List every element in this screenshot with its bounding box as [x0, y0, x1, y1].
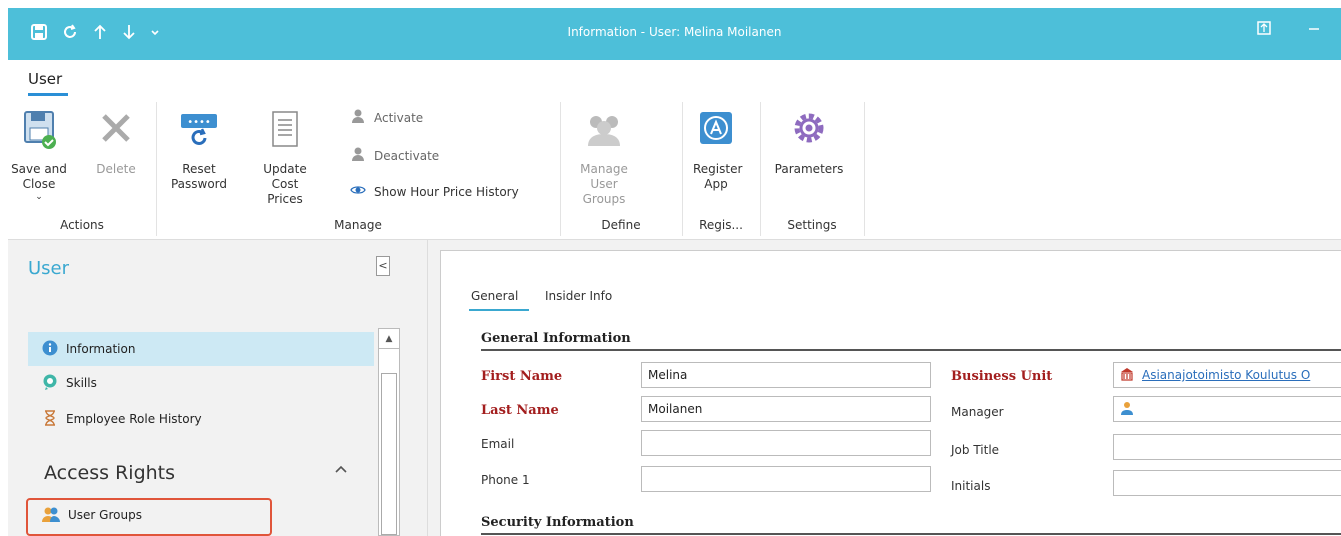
parameters-label: Parameters	[774, 162, 844, 176]
last-name-label: Last Name	[481, 403, 559, 418]
business-unit-label: Business Unit	[951, 369, 1053, 384]
ribbon-separator	[560, 102, 561, 236]
nav-item-skills[interactable]: Skills	[28, 366, 374, 400]
nav-item-employee-role-history[interactable]: Employee Role History	[28, 402, 374, 436]
delete-label: Delete	[96, 162, 136, 176]
initials-label: Initials	[951, 479, 991, 493]
nav-item-label: Information	[66, 342, 136, 356]
manage-user-groups-button[interactable]: Manage User Groups	[566, 108, 642, 207]
register-app-label: Register App	[693, 162, 743, 191]
scroll-thumb[interactable]	[381, 373, 397, 535]
reset-password-label: Reset Password	[170, 162, 228, 191]
ribbon-tab-user[interactable]: User	[28, 70, 62, 88]
collapse-nav-button[interactable]: <	[376, 256, 390, 276]
group-label-settings: Settings	[787, 218, 837, 232]
business-unit-link[interactable]: Asianajotoimisto Koulutus O	[1142, 368, 1310, 382]
activate-button[interactable]: Activate	[350, 108, 423, 127]
user-group-icon	[566, 108, 642, 156]
tab-general[interactable]: General	[471, 289, 518, 303]
building-icon	[1120, 367, 1134, 384]
nav-item-label: Employee Role History	[66, 412, 202, 426]
save-close-icon	[8, 108, 70, 156]
update-cost-prices-button[interactable]: Update Cost Prices	[242, 108, 328, 207]
info-icon	[42, 340, 58, 359]
nav-scrollbar[interactable]: ▲	[378, 328, 400, 536]
scroll-up-icon[interactable]: ▲	[379, 329, 399, 349]
form-panel: General Insider Info General Information…	[440, 250, 1341, 536]
main-area: General Insider Info General Information…	[428, 240, 1341, 536]
section-access-rights[interactable]: Access Rights	[44, 462, 175, 484]
tab-insider-info[interactable]: Insider Info	[545, 289, 612, 303]
group-label-regis: Regis...	[699, 218, 743, 232]
save-and-close-label: Save and Close	[11, 162, 67, 191]
reset-password-icon: ••••	[164, 108, 234, 156]
deactivate-button[interactable]: Deactivate	[350, 146, 439, 165]
eye-icon	[350, 182, 366, 201]
first-name-field[interactable]: Melina	[641, 362, 931, 388]
nav-item-label: Skills	[66, 376, 97, 390]
section-general-information: General Information	[481, 331, 631, 346]
ribbon-separator	[760, 102, 761, 236]
save-and-close-button[interactable]: Save and Close ⌄	[8, 108, 70, 205]
group-label-actions: Actions	[60, 218, 104, 232]
document-icon	[242, 108, 328, 156]
chevron-up-icon[interactable]	[334, 462, 348, 481]
parameters-button[interactable]: Parameters	[764, 108, 854, 177]
ribbon-tab-underline	[28, 93, 68, 96]
email-label: Email	[481, 437, 515, 451]
chevron-down-icon: ⌄	[35, 192, 43, 202]
nav-item-information[interactable]: Information	[28, 332, 374, 366]
phone-1-field[interactable]	[641, 466, 931, 492]
title-bar: Information - User: Melina Moilanen	[8, 8, 1341, 60]
job-title-label: Job Title	[951, 443, 1000, 457]
section-security-information: Security Information	[481, 515, 634, 530]
update-cost-prices-label: Update Cost Prices	[263, 162, 307, 206]
app-store-icon	[686, 108, 746, 156]
section-divider	[481, 533, 1341, 535]
manager-field[interactable]	[1113, 396, 1341, 422]
restore-ribbon-icon[interactable]	[1257, 21, 1271, 39]
reset-password-button[interactable]: •••• Reset Password	[164, 108, 234, 192]
hourglass-icon	[42, 409, 58, 429]
job-title-field[interactable]	[1113, 434, 1341, 460]
show-hour-price-history-label: Show Hour Price History	[374, 184, 519, 199]
section-divider	[481, 349, 1341, 351]
manager-label: Manager	[951, 405, 1004, 419]
ribbon-separator	[682, 102, 683, 236]
last-name-field[interactable]: Moilanen	[641, 396, 931, 422]
first-name-label: First Name	[481, 369, 563, 384]
business-unit-field[interactable]: Asianajotoimisto Koulutus O	[1113, 362, 1341, 388]
window-title: Information - User: Melina Moilanen	[567, 25, 782, 39]
person-icon	[1120, 401, 1134, 418]
group-label-manage: Manage	[334, 218, 382, 232]
nav-title: User	[28, 258, 70, 279]
ribbon-separator	[156, 102, 157, 236]
delete-button[interactable]: Delete	[90, 108, 142, 177]
manage-user-groups-label: Manage User Groups	[580, 162, 628, 206]
activate-label: Activate	[374, 110, 424, 125]
svg-text:••••: ••••	[187, 117, 211, 128]
gear-icon	[764, 108, 854, 156]
register-app-button[interactable]: Register App	[686, 108, 746, 192]
email-field[interactable]	[641, 430, 931, 456]
ribbon-separator	[864, 102, 865, 236]
delete-icon	[90, 108, 142, 156]
left-navigation: User < Information Skills Employee Role …	[8, 240, 428, 536]
phone-1-label: Phone 1	[481, 473, 530, 487]
group-label-define: Define	[601, 218, 641, 232]
ribbon: User Save and Close ⌄ Delete •••• Reset …	[8, 60, 1341, 240]
initials-field[interactable]	[1113, 470, 1341, 496]
show-hour-price-history-button[interactable]: Show Hour Price History	[350, 182, 519, 201]
minimize-icon[interactable]	[1307, 21, 1321, 39]
user-icon	[350, 146, 366, 165]
deactivate-label: Deactivate	[374, 148, 440, 163]
skills-icon	[42, 374, 58, 393]
tab-underline	[469, 309, 529, 311]
highlight-box	[26, 498, 272, 536]
user-icon	[350, 108, 366, 127]
